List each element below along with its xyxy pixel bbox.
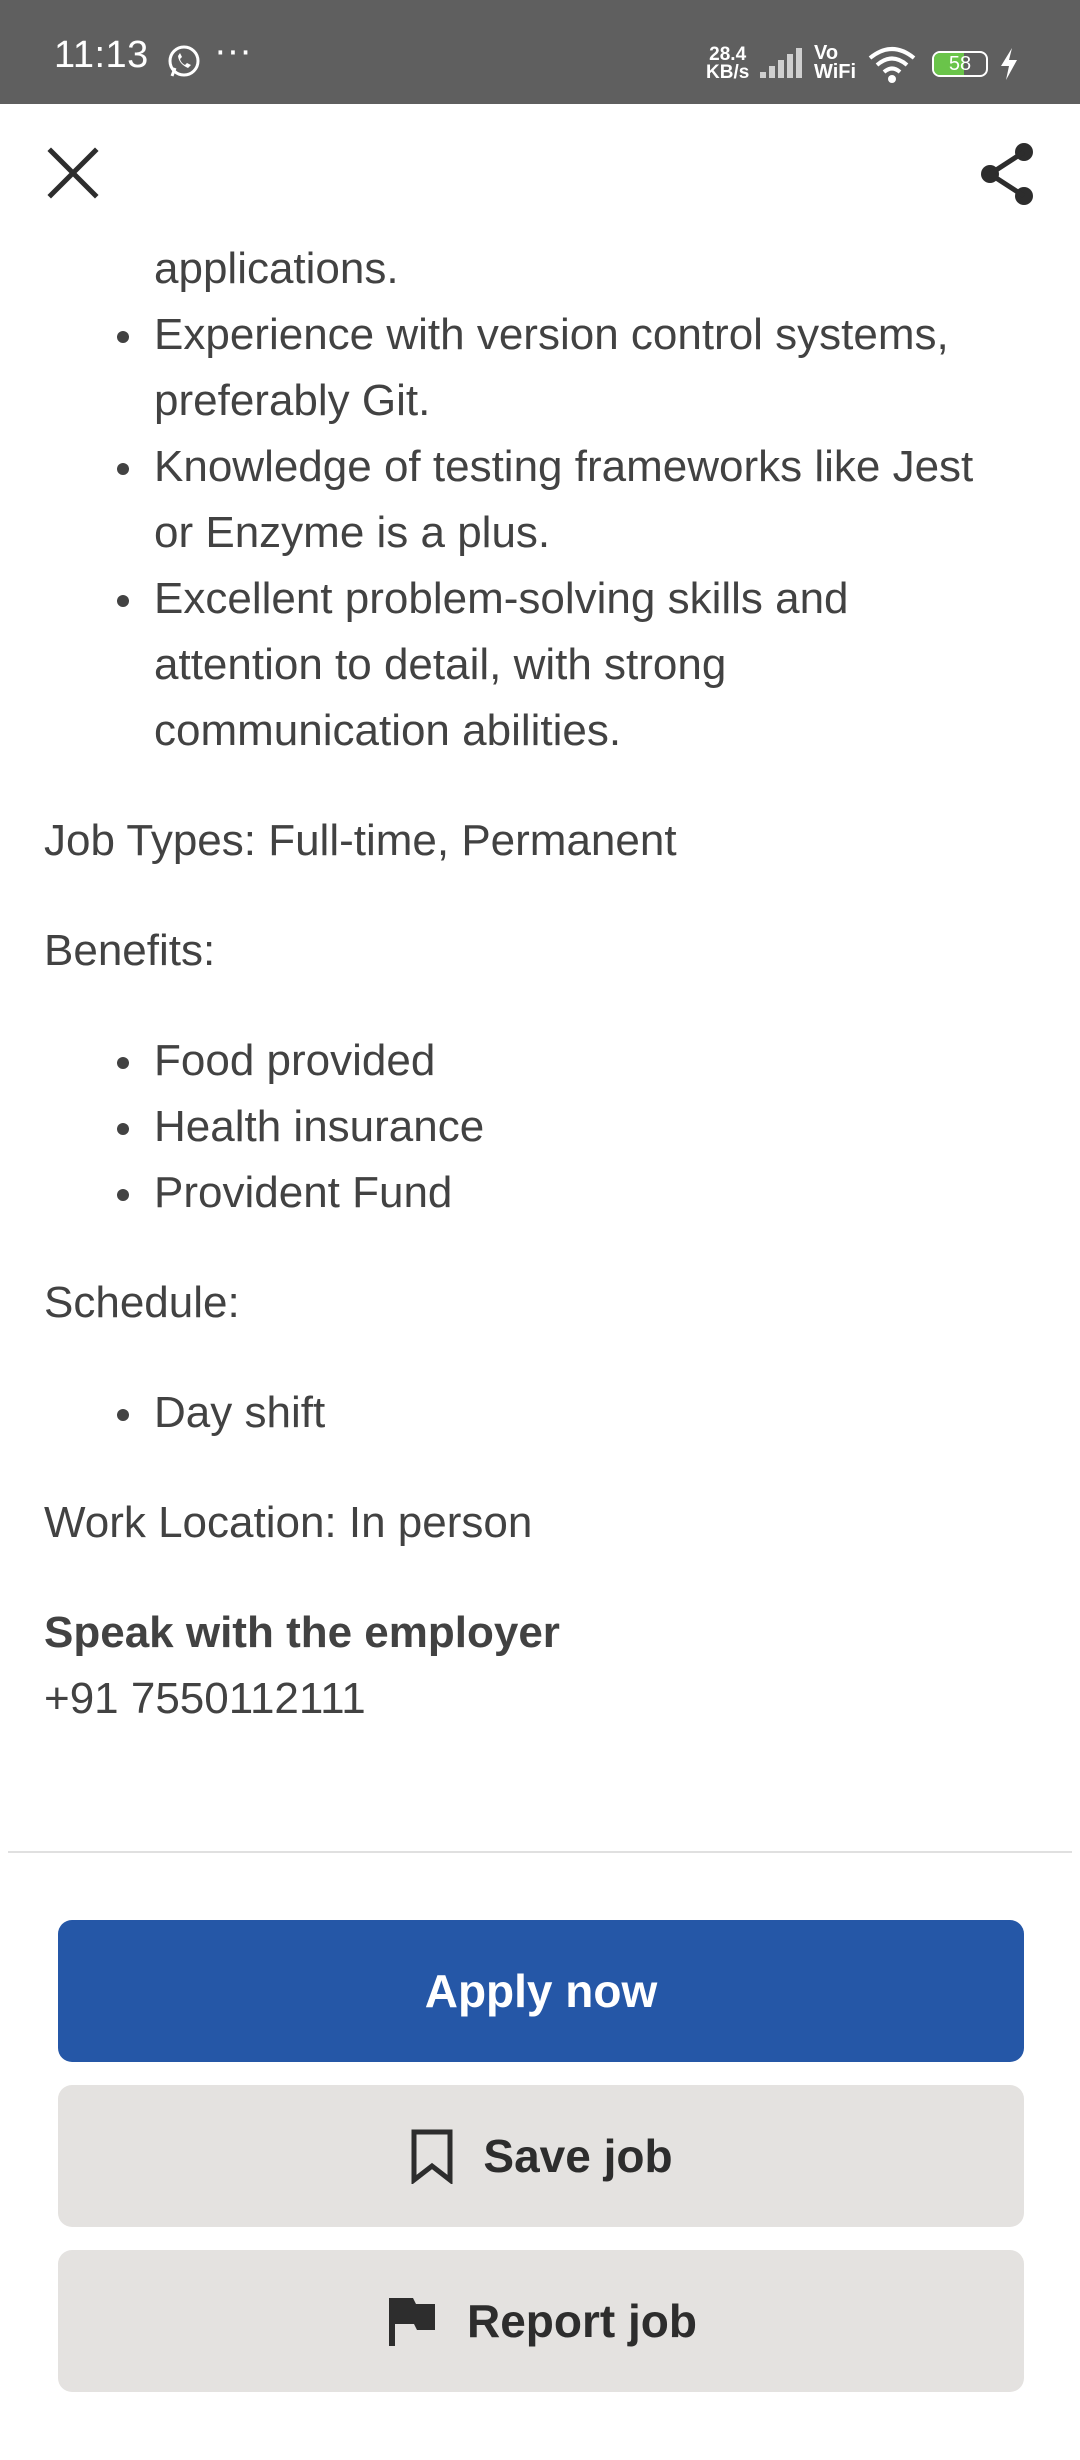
vowifi-label: Vo WiFi [814, 43, 857, 83]
status-time: 11:13 [54, 34, 149, 76]
wifi-icon [866, 44, 918, 89]
charging-bolt-icon [998, 46, 1020, 87]
report-job-button[interactable]: Report job [58, 2250, 1024, 2392]
save-job-label: Save job [483, 2130, 673, 2182]
share-button[interactable] [972, 138, 1044, 210]
job-types: Job Types: Full-time, Permanent [44, 816, 677, 865]
vowifi-wifi: WiFi [814, 61, 857, 83]
battery-icon: 58 [932, 51, 988, 77]
close-icon [38, 147, 108, 212]
save-job-button[interactable]: Save job [58, 2085, 1024, 2227]
apply-now-button[interactable]: Apply now [58, 1920, 1024, 2062]
list-item: Health insurance [117, 1094, 1044, 1160]
employer-heading: Speak with the employer [44, 1608, 560, 1657]
status-bar: 11:13 ··· 28.4 KB/s Vo WiFi 58 [0, 0, 1080, 104]
apply-now-label: Apply now [424, 1965, 658, 2017]
list-item: Food provided [117, 1028, 1044, 1094]
list-item-line: Excellent problem-solving skills and [154, 574, 849, 623]
close-button[interactable] [38, 138, 108, 208]
status-more-dots: ··· [214, 30, 252, 72]
battery-level: 58 [948, 53, 972, 75]
benefits-list: Food provided Health insurance Provident… [44, 1028, 1044, 1226]
list-item-line: attention to detail, with strong [154, 640, 727, 689]
list-item: Knowledge of testing frameworks like Jes… [117, 434, 1044, 566]
divider [8, 1851, 1072, 1853]
list-item-line: communication abilities. [154, 706, 622, 755]
list-item: Provident Fund [117, 1160, 1044, 1226]
schedule-heading: Schedule: [44, 1278, 240, 1327]
list-item-line: preferably Git. [154, 376, 431, 425]
list-item: Excellent problem-solving skills and att… [117, 566, 1044, 764]
flag-icon [385, 2294, 439, 2348]
whatsapp-icon [166, 44, 202, 80]
employer-phone[interactable]: +91 7550112111 [44, 1666, 1044, 1732]
network-speed: 28.4 KB/s [706, 45, 750, 83]
list-item-line: or Enzyme is a plus. [154, 508, 551, 557]
requirements-list: Experience with version control systems,… [44, 302, 1044, 764]
list-item-line: Knowledge of testing frameworks like Jes… [154, 442, 974, 491]
network-speed-unit: KB/s [706, 62, 750, 83]
requirement-continuation: applications. [154, 244, 399, 293]
work-location: Work Location: In person [44, 1498, 533, 1547]
benefits-heading: Benefits: [44, 926, 216, 975]
list-item: Experience with version control systems,… [117, 302, 1044, 434]
report-job-label: Report job [467, 2295, 697, 2347]
share-icon [972, 143, 1044, 214]
signal-icon [758, 44, 808, 85]
list-item-line: Experience with version control systems, [154, 310, 949, 359]
bookmark-icon [409, 2128, 455, 2184]
job-description: applications. Experience with version co… [44, 236, 1044, 1732]
schedule-list: Day shift [44, 1380, 1044, 1446]
list-item: Day shift [117, 1380, 1044, 1446]
